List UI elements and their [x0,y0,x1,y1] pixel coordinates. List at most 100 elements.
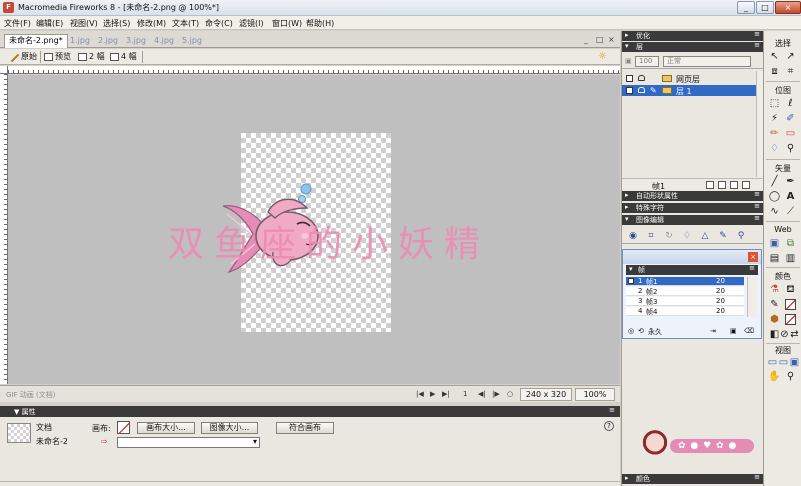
menu-edit[interactable]: 编辑(E) [36,18,63,29]
stroke-color-swatch[interactable] [785,299,796,310]
brush-icon[interactable]: ✎ [718,231,728,241]
panel-options-icon[interactable]: ≡ [609,406,615,414]
line-tool-icon[interactable]: ╱ [768,175,781,188]
swap-colors-icon[interactable]: ⇄ [788,328,801,341]
panel-options-icon[interactable]: ≡ [754,202,760,210]
visibility-icon[interactable] [626,75,633,82]
stroke-color-icon[interactable]: ✎ [768,298,781,311]
lasso-tool-icon[interactable]: ℓ [784,97,797,110]
properties-panel-header[interactable]: ▼ 属性 ≡ [0,406,620,417]
quick-export-icon[interactable]: ☼ [598,51,612,62]
menu-file[interactable]: 文件(F) [4,18,31,29]
subselect-tool-icon[interactable]: ↗ [784,50,797,63]
text-tool-icon[interactable]: A [784,190,797,203]
panel-options-icon[interactable]: ≡ [754,473,760,481]
two-up-view-button[interactable]: 2 幅 [78,51,105,63]
rotate-icon[interactable]: ↻ [664,231,674,241]
layers-panel-header[interactable]: ▾ 层 ≡ [622,41,764,52]
vertical-ruler[interactable] [0,74,8,384]
canvas-workspace[interactable]: 双鱼座的小妖精 [8,75,620,384]
droplet-icon[interactable]: ♢ [682,231,692,241]
canvas-color-swatch[interactable] [117,421,130,434]
hide-slices-icon[interactable]: ▤ [768,252,781,265]
visibility-icon[interactable] [626,87,633,94]
color-panel-header[interactable]: ▸ 颜色 ≡ [622,473,764,484]
frame-row[interactable]: 4 帧4 20 [626,307,744,316]
freeform-tool-icon[interactable]: ∿ [768,205,781,218]
autoshape-panel-header[interactable]: ▸ 自动形状属性 ≡ [622,190,764,201]
frame-delay[interactable]: 20 [716,297,725,305]
prev-frame-icon[interactable]: ◀| [478,390,486,398]
hotspot-tool-icon[interactable]: ▣ [768,237,781,250]
scale-tool-icon[interactable]: ⧈ [768,65,781,78]
slice-tool-icon[interactable]: ⧉ [784,237,797,250]
last-frame-icon[interactable]: ▶| [442,390,450,398]
trash-icon[interactable]: ⌫ [744,327,754,335]
special-chars-panel-header[interactable]: ▸ 特殊字符 ≡ [622,202,764,213]
maximize-button[interactable]: □ [756,1,774,14]
panel-options-icon[interactable]: ≡ [754,214,760,222]
zoom-select[interactable]: 100% [575,388,615,401]
tab-3-jpg[interactable]: 3.jpg [126,35,146,48]
blend-mode-select[interactable]: 正常 [663,56,751,67]
panel-options-icon[interactable]: ≡ [749,264,755,272]
stamp-icon[interactable]: ⚲ [736,231,746,241]
trash-icon[interactable] [742,181,750,189]
menu-commands[interactable]: 命令(C) [205,18,233,29]
frame-delay[interactable]: 20 [716,277,725,285]
panel-options-icon[interactable]: ≡ [754,41,760,49]
tab-5-jpg[interactable]: 5.jpg [182,35,202,48]
paint-bucket-tool-icon[interactable]: ⛾ [784,283,797,296]
help-icon[interactable]: ? [604,421,614,431]
tab-2-jpg[interactable]: 2.jpg [98,35,118,48]
menu-modify[interactable]: 修改(M) [137,18,166,29]
blur-tool-icon[interactable]: ♢ [768,142,781,155]
onion-skin-icon[interactable]: ◎ [628,327,634,335]
zoom-tool-icon[interactable]: ⚲ [784,370,797,383]
doc-restore-button[interactable]: □ [596,35,604,44]
tab-4-jpg[interactable]: 4.jpg [154,35,174,48]
loop-count[interactable]: 永久 [648,327,662,337]
frame-delay[interactable]: 20 [716,287,725,295]
animation-select[interactable] [117,437,260,448]
new-subfolder-icon[interactable] [706,181,714,189]
horizontal-ruler[interactable] [8,66,620,74]
frames-title-bar[interactable]: ▾ 帧 ≡ [626,264,758,275]
new-frame-icon[interactable]: ▣ [730,327,737,335]
image-size-button[interactable]: 图像大小... [201,422,258,434]
menu-filters[interactable]: 滤镜(I) [239,18,264,29]
layer-row-layer1[interactable]: ✎ 层 1 [622,85,756,96]
hand-tool-icon[interactable]: ✋ [768,370,781,383]
frame-row[interactable]: 1 帧1 20 [626,277,744,286]
lock-icon[interactable] [638,87,645,93]
fit-canvas-button[interactable]: 符合画布 [276,422,334,434]
optimize-panel-header[interactable]: ▸ 优化 ≡ [622,30,764,41]
onion-check-icon[interactable] [628,278,634,284]
fill-color-icon[interactable]: ⬢ [768,313,781,326]
close-window-button[interactable]: × [775,1,801,14]
preview-view-button[interactable]: 预览 [44,51,71,63]
sharpen-icon[interactable]: △ [700,231,710,241]
pointer-tool-icon[interactable]: ↖ [768,50,781,63]
tab-1-jpg[interactable]: 1.jpg [70,35,90,48]
menu-window[interactable]: 窗口(W) [272,18,302,29]
play-icon[interactable]: ▶ [430,390,435,398]
marquee-tool-icon[interactable]: ⬚ [768,97,781,110]
frame-delay[interactable]: 20 [716,307,725,315]
opacity-select[interactable]: 100 [635,56,659,67]
eye-icon[interactable]: ◉ [628,231,638,241]
crop-tool-icon[interactable]: ⌗ [784,65,797,78]
menu-help[interactable]: 帮助(H) [306,18,334,29]
frame-row[interactable]: 2 帧2 20 [626,287,744,296]
rectangle-tool-icon[interactable]: ◯ [768,190,781,203]
canvas-size-button[interactable]: 画布大小... [137,422,195,434]
lock-icon[interactable] [638,75,645,81]
frames-window-header[interactable]: × [623,250,761,264]
menu-text[interactable]: 文本(T) [172,18,199,29]
panel-options-icon[interactable]: ≡ [754,30,760,38]
original-view-button[interactable]: 原始 [10,51,37,63]
magic-wand-tool-icon[interactable]: ⚡ [768,112,781,125]
show-slices-icon[interactable]: ▥ [784,252,797,265]
brush-tool-icon[interactable]: ✐ [784,112,797,125]
loop-icon[interactable]: ⟲ [638,327,644,335]
